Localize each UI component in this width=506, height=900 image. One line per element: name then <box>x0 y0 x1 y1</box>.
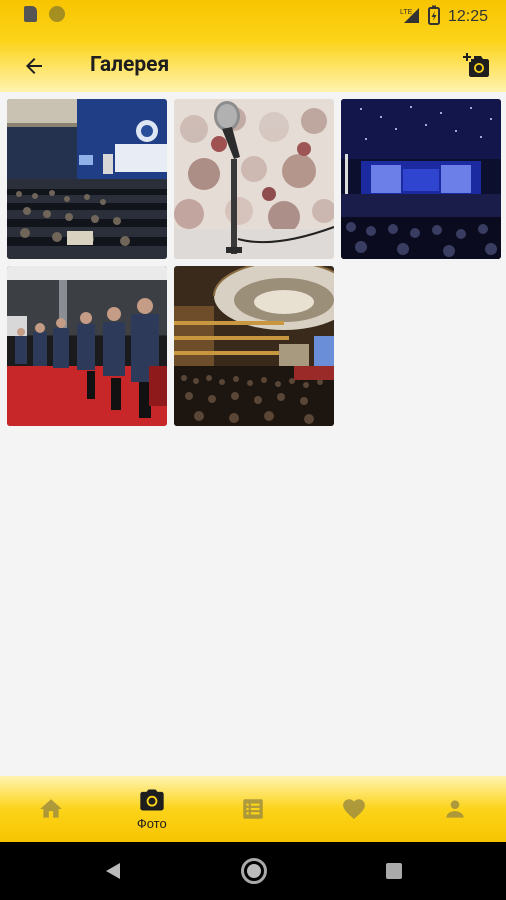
nav-profile[interactable] <box>405 776 506 842</box>
status-time: 12:25 <box>447 8 488 25</box>
nav-list[interactable] <box>202 776 303 842</box>
photo-thumbnail[interactable] <box>7 266 167 426</box>
system-back-icon[interactable] <box>104 861 122 885</box>
photo-thumbnail[interactable] <box>174 266 334 426</box>
top-app-bar: LTE 12:25 Галерея <box>0 0 506 92</box>
person-icon <box>446 800 465 818</box>
system-recents-icon[interactable] <box>386 863 402 879</box>
system-navigation-bar <box>0 842 506 900</box>
battery-icon <box>427 5 440 29</box>
heart-icon <box>343 799 366 820</box>
photo-thumbnail[interactable] <box>7 99 167 259</box>
app-bar: Галерея <box>0 40 506 92</box>
list-icon <box>243 799 263 819</box>
page-title: Галерея <box>90 53 170 77</box>
camera-icon <box>140 789 164 811</box>
nav-photo-label: Фото <box>136 816 167 831</box>
bottom-navigation: Фото <box>0 776 506 842</box>
photo-thumbnail[interactable] <box>341 99 501 259</box>
sd-card-icon <box>24 6 37 22</box>
add-photo-icon <box>463 53 489 77</box>
svg-text:LTE: LTE <box>400 9 413 16</box>
home-icon <box>39 799 62 818</box>
nav-home[interactable] <box>0 776 101 842</box>
status-bar: LTE 12:25 <box>0 0 506 32</box>
signal-icon: LTE <box>400 6 420 28</box>
photo-thumbnail[interactable] <box>174 99 334 259</box>
arrow-back-icon <box>26 58 42 74</box>
system-home-icon[interactable] <box>241 858 267 884</box>
notification-icon <box>49 6 65 22</box>
add-photo-button[interactable] <box>460 49 492 81</box>
back-button[interactable] <box>18 50 50 82</box>
nav-favorites[interactable] <box>304 776 405 842</box>
nav-photo[interactable]: Фото <box>101 776 202 842</box>
